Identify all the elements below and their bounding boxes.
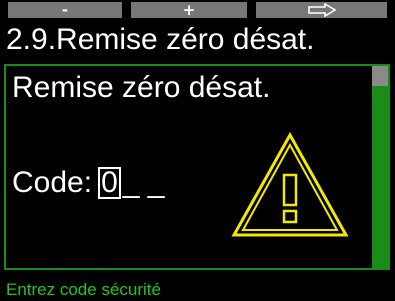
code-entry[interactable]: Code: 0 _ _ xyxy=(12,165,164,201)
decrement-softkey-label: - xyxy=(61,1,69,19)
next-softkey[interactable] xyxy=(256,2,387,18)
scrollbar[interactable] xyxy=(372,66,388,268)
arrow-right-icon xyxy=(307,3,337,17)
code-label: Code: xyxy=(12,166,93,199)
status-message: Entrez code sécurité xyxy=(6,280,161,299)
softkey-bar: - + xyxy=(0,0,395,22)
panel-heading: Remise zéro désat. xyxy=(12,71,271,104)
warning-icon xyxy=(231,131,349,237)
scrollbar-thumb[interactable] xyxy=(372,66,388,86)
code-active-digit[interactable]: 0 xyxy=(98,167,121,199)
increment-softkey[interactable]: + xyxy=(131,2,247,18)
reset-desat-panel: Remise zéro désat. Code: 0 _ _ xyxy=(4,64,390,270)
decrement-softkey[interactable]: - xyxy=(8,2,122,18)
increment-softkey-label: + xyxy=(182,1,196,19)
page-title: 2.9.Remise zéro désat. xyxy=(6,23,315,56)
code-remaining-digits: _ _ xyxy=(122,166,165,199)
